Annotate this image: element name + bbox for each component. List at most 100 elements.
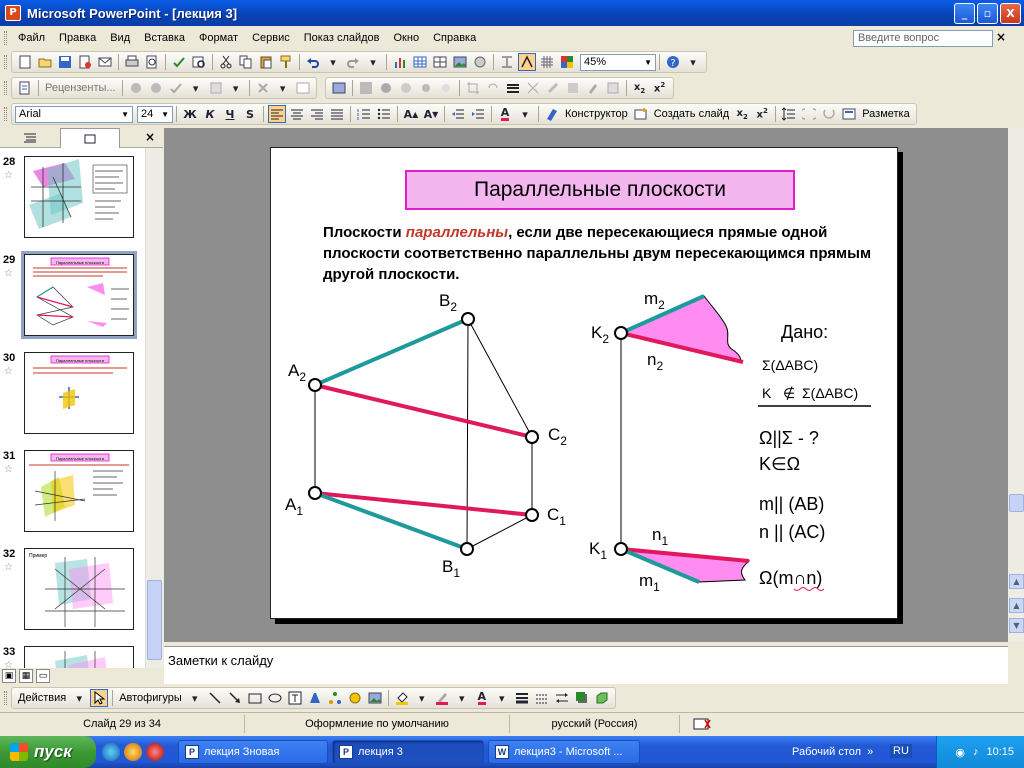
close-button[interactable]: X xyxy=(1000,3,1021,24)
layout-icon[interactable] xyxy=(840,105,858,123)
arrow-style-icon[interactable] xyxy=(553,689,571,707)
delete-comment-icon[interactable] xyxy=(254,79,272,97)
select-pointer-icon[interactable] xyxy=(90,689,109,707)
picture-icon[interactable] xyxy=(366,689,384,707)
decrease-indent-icon[interactable] xyxy=(449,105,467,123)
slide-preview[interactable] xyxy=(24,156,134,238)
less-contrast-icon[interactable] xyxy=(397,79,415,97)
research-icon[interactable] xyxy=(190,53,208,71)
paste-icon[interactable] xyxy=(257,53,275,71)
language-indicator[interactable]: RU xyxy=(890,744,912,758)
chevron-down-icon[interactable]: ▾ xyxy=(187,79,205,97)
thumbnails-scrollbar[interactable] xyxy=(145,148,163,683)
subscript-icon[interactable]: x2 xyxy=(733,105,751,123)
taskbar-item-lecture-new[interactable]: Pлекция Зновая xyxy=(178,740,328,764)
more-contrast-icon[interactable] xyxy=(377,79,395,97)
close-document-button[interactable]: × xyxy=(996,30,1006,44)
new-slide-button[interactable]: Создать слайд xyxy=(651,108,732,120)
format-painter-icon[interactable] xyxy=(277,53,295,71)
apply-icon[interactable] xyxy=(167,79,185,97)
show-formatting-icon[interactable] xyxy=(518,53,536,71)
diagram-icon[interactable] xyxy=(326,689,344,707)
spelling-icon[interactable] xyxy=(170,53,188,71)
tab-outline[interactable] xyxy=(0,128,60,148)
print-preview-icon[interactable] xyxy=(143,53,161,71)
line-style-icon[interactable] xyxy=(513,689,531,707)
menu-insert[interactable]: Вставка xyxy=(137,30,192,46)
design-button[interactable]: Конструктор xyxy=(562,108,631,120)
clipart-icon[interactable] xyxy=(346,689,364,707)
slide-thumbnail-29[interactable]: 29 ☆ Параллельные плоскости xyxy=(0,251,145,342)
scrollbar-thumb[interactable] xyxy=(147,580,162,660)
spelling-status-icon[interactable] xyxy=(680,715,724,733)
tab-slides[interactable] xyxy=(60,128,120,148)
chevron-down-icon[interactable]: ▾ xyxy=(684,53,702,71)
slide-thumbnail-28[interactable]: 28 ☆ xyxy=(0,154,145,244)
tables-borders-icon[interactable] xyxy=(431,53,449,71)
line-style-icon[interactable] xyxy=(504,79,522,97)
previous-slide-icon[interactable]: ▲ xyxy=(1009,598,1024,613)
less-brightness-icon[interactable] xyxy=(437,79,455,97)
font-color-icon[interactable]: A xyxy=(496,105,514,123)
clock[interactable]: 10:15 xyxy=(986,746,1014,758)
chevron-down-icon[interactable]: ▾ xyxy=(324,53,342,71)
menu-window[interactable]: Окно xyxy=(387,30,427,46)
minimize-button[interactable]: _ xyxy=(954,3,975,24)
subscript-icon[interactable]: x2 xyxy=(631,79,649,97)
design-icon[interactable] xyxy=(543,105,561,123)
close-icon[interactable]: × xyxy=(145,130,155,144)
actions-menu[interactable]: Действия xyxy=(15,692,69,704)
shadow-button[interactable]: S xyxy=(241,105,259,123)
ie-icon[interactable] xyxy=(102,743,120,761)
line-icon[interactable] xyxy=(206,689,224,707)
oval-icon[interactable] xyxy=(266,689,284,707)
crop-icon[interactable] xyxy=(464,79,482,97)
insert-table-icon[interactable] xyxy=(411,53,429,71)
menu-file[interactable]: Файл xyxy=(11,30,52,46)
tray-volume-icon[interactable]: ♪ xyxy=(973,746,979,758)
autoshapes-menu[interactable]: Автофигуры xyxy=(116,692,185,704)
fill-color-icon[interactable] xyxy=(393,689,411,707)
menu-help[interactable]: Справка xyxy=(426,30,483,46)
slide-thumbnail-30[interactable]: 30 ☆ Параллельные плоскости xyxy=(0,350,145,440)
next-slide-icon[interactable]: ▼ xyxy=(1009,618,1024,633)
restore-button[interactable]: ▫ xyxy=(977,3,998,24)
arrow-icon[interactable] xyxy=(226,689,244,707)
font-combo[interactable]: Arial ▼ xyxy=(15,105,133,123)
notes-pane[interactable]: Заметки к слайду xyxy=(164,646,1008,684)
scrollbar-thumb[interactable] xyxy=(1009,494,1024,512)
slide-preview[interactable]: Пример xyxy=(24,548,134,630)
font-color-icon[interactable]: A xyxy=(473,689,491,707)
chevron-down-icon[interactable]: ▾ xyxy=(516,105,534,123)
dash-style-icon[interactable] xyxy=(533,689,551,707)
chevron-down-icon[interactable]: ▼ xyxy=(161,110,169,119)
tray-network-icon[interactable]: ◉ xyxy=(955,746,965,759)
grid-icon[interactable] xyxy=(538,53,556,71)
numbering-icon[interactable] xyxy=(355,105,373,123)
chevron-down-icon[interactable]: ▾ xyxy=(453,689,471,707)
email-icon[interactable] xyxy=(96,53,114,71)
wordart-icon[interactable] xyxy=(306,689,324,707)
italic-button[interactable]: К xyxy=(201,105,219,123)
title-bar[interactable]: P Microsoft PowerPoint - [лекция 3] _ ▫ … xyxy=(0,0,1024,26)
chevron-right-icon[interactable]: » xyxy=(867,746,873,758)
chevron-down-icon[interactable]: ▾ xyxy=(70,689,88,707)
taskbar-item-word-doc[interactable]: Wлекция3 - Microsoft ... xyxy=(488,740,640,764)
previous-item-icon[interactable] xyxy=(127,79,145,97)
markup-icon[interactable] xyxy=(16,79,34,97)
scroll-up-icon[interactable]: ▲ xyxy=(1009,574,1024,589)
menu-view[interactable]: Вид xyxy=(103,30,137,46)
menu-slideshow[interactable]: Показ слайдов xyxy=(297,30,387,46)
recolor-icon[interactable] xyxy=(544,79,562,97)
bullets-icon[interactable] xyxy=(375,105,393,123)
transparent-color-icon[interactable] xyxy=(584,79,602,97)
align-left-icon[interactable] xyxy=(268,105,286,123)
color-grayscale-icon[interactable] xyxy=(558,53,576,71)
toolbar-grip[interactable] xyxy=(4,81,7,95)
toolbar-grip[interactable] xyxy=(4,31,7,45)
redo-icon[interactable] xyxy=(344,53,362,71)
unapply-icon[interactable] xyxy=(207,79,225,97)
menu-tools[interactable]: Сервис xyxy=(245,30,297,46)
justify-icon[interactable] xyxy=(328,105,346,123)
decrease-font-icon[interactable]: A ▼ xyxy=(422,105,440,123)
